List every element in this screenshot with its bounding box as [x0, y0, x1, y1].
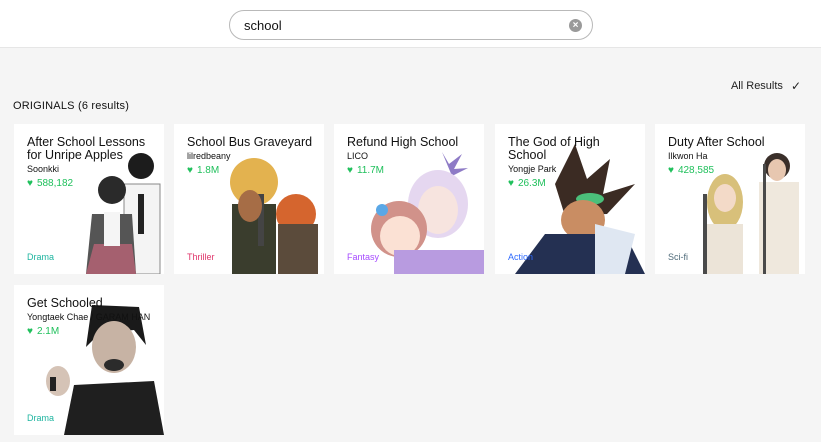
likes-count: 26.3M	[517, 178, 546, 189]
card-genre: Action	[508, 252, 534, 262]
card-title: School Bus Graveyard	[187, 135, 313, 149]
heart-icon: ♥	[187, 165, 193, 176]
card-author: lilredbeany	[187, 151, 231, 161]
card-author: Yongje Park	[508, 164, 557, 174]
comic-card[interactable]: After School Lessons for Unripe Apples S…	[14, 124, 164, 274]
likes-count: 428,585	[677, 165, 715, 176]
heart-icon: ♥	[347, 165, 353, 176]
search-box[interactable]: ×	[229, 10, 593, 40]
card-title: Refund High School	[347, 135, 459, 149]
card-likes: ♥ 588,182	[27, 178, 155, 189]
card-likes: ♥ 11.7M	[347, 165, 475, 176]
comic-card[interactable]: Duty After School Ilkwon Ha ♥ 428,585 Sci…	[655, 124, 805, 274]
heart-icon: ♥	[668, 165, 674, 176]
card-genre: Drama	[27, 413, 55, 423]
close-circle-icon[interactable]: ×	[569, 19, 582, 32]
card-author: Yongtaek Chae / GARAM HAN	[27, 312, 151, 322]
card-likes: ♥ 26.3M	[508, 178, 636, 189]
card-genre: Drama	[27, 252, 55, 262]
card-likes: ♥ 428,585	[668, 165, 796, 176]
top-bar: ×	[0, 0, 821, 48]
comic-card[interactable]: Get Schooled Yongtaek Chae / GARAM HAN ♥…	[14, 285, 164, 435]
section-title: ORIGINALS (6 results)	[13, 100, 130, 112]
card-title: The God of High School	[508, 135, 600, 162]
heart-icon: ♥	[27, 326, 33, 337]
all-results-filter[interactable]: All Results ✓	[731, 79, 801, 93]
search-input[interactable]	[244, 18, 564, 33]
card-likes: ♥ 2.1M	[27, 326, 155, 337]
filter-label: All Results	[730, 80, 783, 92]
card-genre: Fantasy	[347, 252, 380, 262]
card-genre: Sci-fi	[668, 252, 688, 262]
check-icon: ✓	[790, 79, 801, 93]
card-title: Duty After School	[668, 135, 765, 149]
comic-card[interactable]: School Bus Graveyard lilredbeany ♥ 1.8M T…	[174, 124, 324, 274]
comic-card[interactable]: Refund High School LICO ♥ 11.7M Fantasy	[334, 124, 484, 274]
card-likes: ♥ 1.8M	[187, 165, 315, 176]
card-title: Get Schooled	[27, 296, 103, 310]
likes-count: 11.7M	[356, 165, 384, 176]
comic-card[interactable]: The God of High School Yongje Park ♥ 26.3…	[495, 124, 645, 274]
likes-count: 1.8M	[196, 165, 220, 176]
likes-count: 2.1M	[36, 326, 60, 337]
heart-icon: ♥	[508, 178, 514, 189]
card-author: Ilkwon Ha	[668, 151, 708, 161]
card-genre: Thriller	[187, 252, 215, 262]
likes-count: 588,182	[36, 178, 74, 189]
card-author: Soonkki	[27, 164, 60, 174]
card-author: LICO	[347, 151, 369, 161]
heart-icon: ♥	[27, 178, 33, 189]
card-title: After School Lessons for Unripe Apples	[27, 135, 146, 162]
